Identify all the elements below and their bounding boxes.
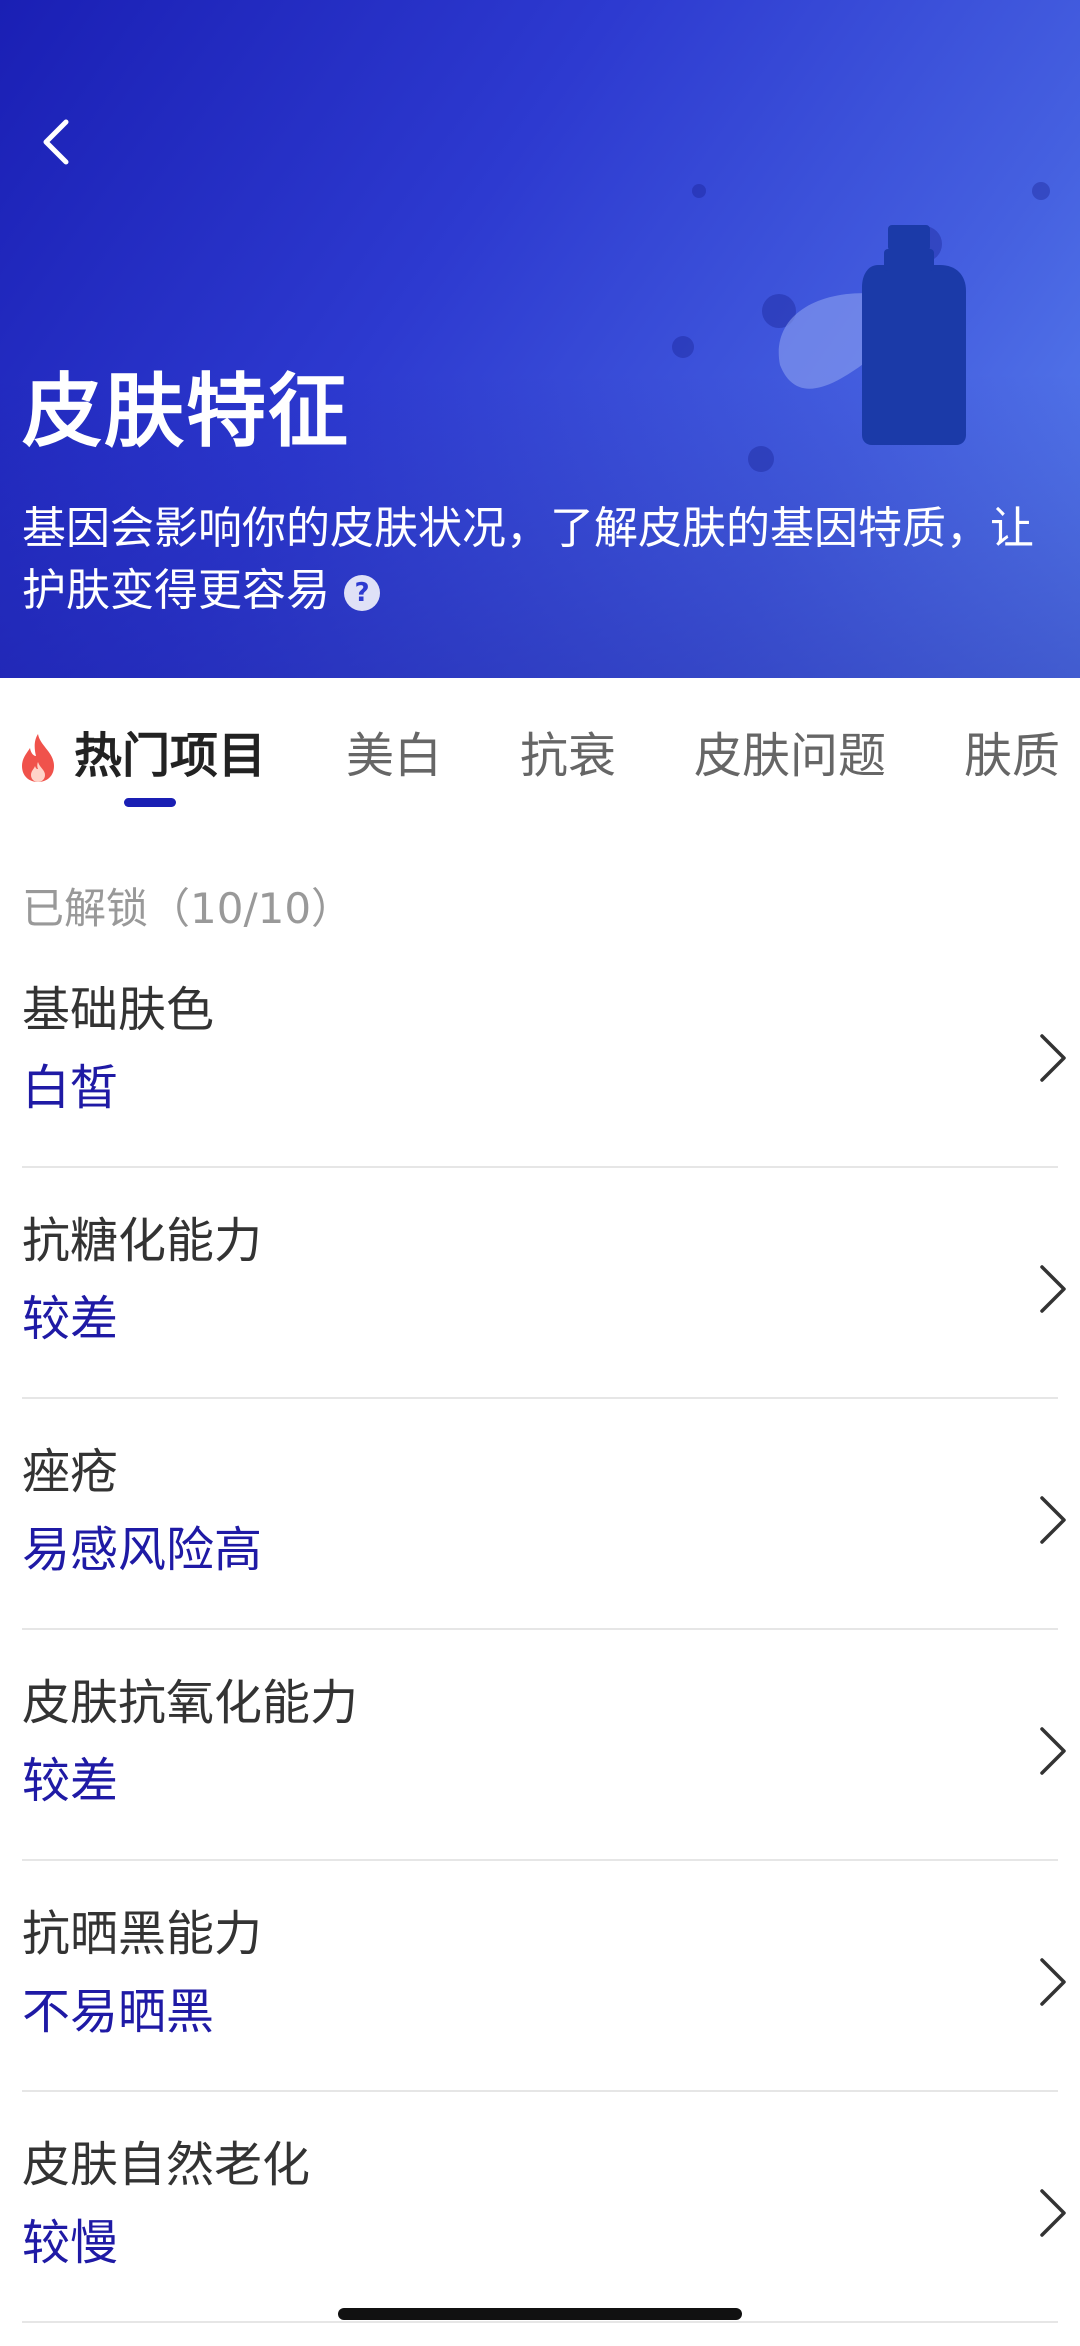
question-circle-icon[interactable]: ? bbox=[344, 575, 380, 611]
page-description: 基因会影响你的皮肤状况，了解皮肤的基因特质，让护肤变得更容易? bbox=[22, 498, 1062, 622]
tab-active-indicator bbox=[124, 798, 176, 807]
divider bbox=[22, 2321, 1058, 2323]
list-item[interactable]: 抗晒黑能力 不易晒黑 bbox=[0, 1884, 1080, 2115]
tab-hot-items[interactable]: 热门项目 bbox=[74, 726, 266, 786]
chevron-right-icon bbox=[1040, 1727, 1066, 1775]
category-tabs: 热门项目 美白 抗衰 皮肤问题 肤质 bbox=[0, 700, 1080, 818]
divider bbox=[22, 1628, 1058, 1630]
tab-skin-type[interactable]: 肤质 bbox=[964, 726, 1060, 786]
trait-value: 较差 bbox=[22, 1753, 119, 1809]
decor-dot bbox=[672, 336, 694, 358]
back-button[interactable] bbox=[26, 110, 90, 174]
chevron-left-icon bbox=[43, 119, 69, 165]
trait-name: 痤疮 bbox=[22, 1444, 119, 1500]
tab-anti-aging[interactable]: 抗衰 bbox=[520, 726, 616, 786]
trait-name: 抗晒黑能力 bbox=[22, 1906, 263, 1962]
divider bbox=[22, 1859, 1058, 1861]
header-banner: 皮肤特征 基因会影响你的皮肤状况，了解皮肤的基因特质，让护肤变得更容易? bbox=[0, 0, 1080, 678]
list-item[interactable]: 抗糖化能力 较差 bbox=[0, 1191, 1080, 1422]
trait-name: 抗糖化能力 bbox=[22, 1213, 263, 1269]
trait-value: 白皙 bbox=[22, 1060, 119, 1116]
description-text: 基因会影响你的皮肤状况，了解皮肤的基因特质，让护肤变得更容易 bbox=[22, 503, 1034, 616]
chevron-right-icon bbox=[1040, 1265, 1066, 1313]
trait-value: 较慢 bbox=[22, 2215, 119, 2271]
spray-bottle-illustration bbox=[778, 225, 966, 445]
chevron-right-icon bbox=[1040, 1034, 1066, 1082]
list-item[interactable]: 基础肤色 白皙 bbox=[0, 960, 1080, 1191]
chevron-right-icon bbox=[1040, 1496, 1066, 1544]
chevron-right-icon bbox=[1040, 2189, 1066, 2237]
trait-value: 易感风险高 bbox=[22, 1522, 263, 1578]
page-title: 皮肤特征 bbox=[22, 365, 350, 458]
divider bbox=[22, 1397, 1058, 1399]
list-item[interactable]: 痤疮 易感风险高 bbox=[0, 1422, 1080, 1653]
divider bbox=[22, 2090, 1058, 2092]
decor-dot bbox=[1032, 182, 1050, 200]
tab-skin-problems[interactable]: 皮肤问题 bbox=[694, 726, 886, 786]
trait-value: 不易晒黑 bbox=[22, 1984, 215, 2040]
fire-icon bbox=[22, 734, 54, 782]
trait-list: 基础肤色 白皙 抗糖化能力 较差 痤疮 易感风险高 皮肤抗氧化能力 较差 抗晒黑… bbox=[0, 960, 1080, 2346]
divider bbox=[22, 1166, 1058, 1168]
trait-value: 较差 bbox=[22, 1291, 119, 1347]
home-indicator bbox=[338, 2308, 742, 2320]
decor-dot bbox=[692, 184, 706, 198]
list-item[interactable]: 皮肤抗氧化能力 较差 bbox=[0, 1653, 1080, 1884]
trait-name: 基础肤色 bbox=[22, 982, 215, 1038]
trait-name: 皮肤抗氧化能力 bbox=[22, 1675, 359, 1731]
chevron-right-icon bbox=[1040, 1958, 1066, 2006]
tab-whitening[interactable]: 美白 bbox=[346, 726, 442, 786]
trait-name: 皮肤自然老化 bbox=[22, 2137, 311, 2193]
unlocked-count-label: 已解锁（10/10） bbox=[22, 884, 354, 933]
